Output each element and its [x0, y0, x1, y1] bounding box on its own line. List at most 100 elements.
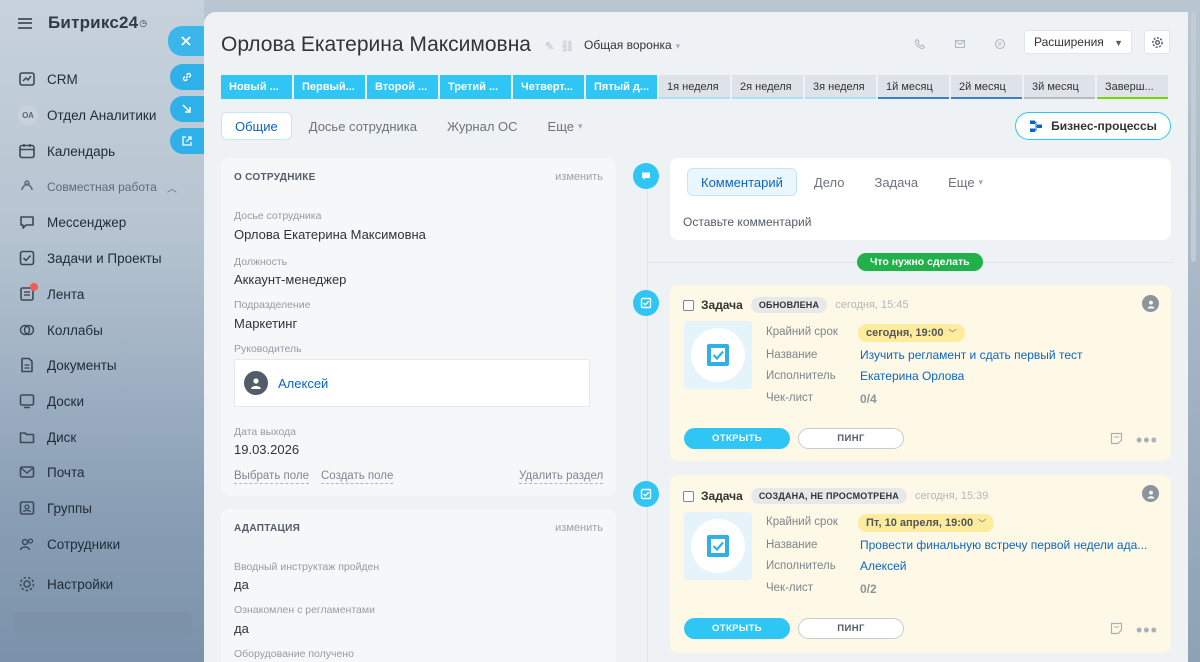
stage-item[interactable]: 3й месяц	[1024, 75, 1095, 99]
stage-item[interactable]: Второй ...	[367, 75, 438, 99]
comment-editor: Комментарий Дело Задача Еще ▾ Оставьте ко…	[670, 158, 1171, 240]
stage-label: Третий ...	[448, 81, 499, 93]
sidebar-item-documents[interactable]: Документы	[18, 353, 117, 377]
brand[interactable]: Битрикс24 ◷	[18, 13, 147, 33]
sidebar-item-calendar[interactable]: Календарь	[18, 139, 115, 163]
stage-item[interactable]: 2я неделя	[732, 75, 803, 99]
close-slider-button[interactable]	[168, 26, 204, 56]
sidebar-bottom-bar[interactable]	[14, 612, 192, 634]
tab-activity[interactable]: Дело	[801, 168, 858, 196]
stage-item[interactable]: Третий ...	[440, 75, 511, 99]
sidebar-item-employees[interactable]: Сотрудники	[18, 532, 120, 556]
sidebar-item-collabs[interactable]: Коллабы	[18, 318, 103, 342]
sidebar-item-messenger[interactable]: Мессенджер	[18, 210, 126, 234]
ping-button[interactable]: ПИНГ	[798, 618, 904, 639]
sidebar-item-groups[interactable]: Группы	[18, 496, 92, 520]
call-button[interactable]	[907, 32, 933, 56]
edit-link[interactable]: изменить	[555, 522, 603, 534]
edit-link[interactable]: изменить	[555, 171, 603, 183]
funnel-selector[interactable]: Общая воронка ▾	[584, 38, 680, 52]
field-value: Орлова Екатерина Максимовна	[234, 227, 426, 242]
deadline-selector[interactable]: сегодня, 19:00 ﹀	[858, 324, 965, 342]
sidebar-item-label: Мессенджер	[47, 214, 127, 230]
more-icon[interactable]: •••	[1136, 431, 1158, 449]
tab-dossier[interactable]: Досье сотрудника	[296, 112, 430, 140]
field-value: да	[234, 577, 249, 592]
deadline-value: Пт, 10 апреля, 19:00	[866, 517, 974, 529]
field-label: Досье сотрудника	[234, 210, 322, 222]
sidebar-section-collab[interactable]: Совместная работа ︿	[18, 175, 177, 199]
field-label: Крайний срок	[766, 516, 838, 528]
email-button[interactable]	[947, 32, 973, 56]
task-name-link[interactable]: Провести финальную встречу первой недели…	[860, 538, 1147, 552]
assignee-link[interactable]: Алексей	[860, 559, 906, 573]
more-icon[interactable]: •••	[1136, 621, 1158, 639]
task-time: сегодня, 15:45	[835, 299, 909, 311]
sidebar-item-feed[interactable]: Лента	[18, 282, 84, 306]
status-badge: ОБНОВЛЕНА	[750, 297, 828, 313]
task-card: Задача ОБНОВЛЕНА сегодня, 15:45 Крайний …	[670, 285, 1171, 461]
stage-item[interactable]: 2й месяц	[951, 75, 1022, 99]
user-icon[interactable]	[1142, 485, 1159, 502]
stage-item[interactable]: Новый ...	[221, 75, 292, 99]
sidebar-item-analytics[interactable]: ОА Отдел Аналитики	[18, 103, 156, 127]
stage-item[interactable]: Четверт...	[513, 75, 584, 99]
tab-more[interactable]: Еще ▾	[535, 112, 596, 140]
chat-icon	[994, 38, 1006, 50]
open-task-button[interactable]: ОТКРЫТЬ	[684, 618, 790, 639]
chevron-down-icon: ﹀	[948, 328, 957, 338]
stage-color-bar	[1024, 97, 1095, 99]
minimize-slider-button[interactable]	[170, 96, 204, 122]
sidebar-item-disk[interactable]: Диск	[18, 425, 76, 449]
assignee-link[interactable]: Екатерина Орлова	[860, 369, 964, 383]
stage-item[interactable]: 1я неделя	[659, 75, 730, 99]
ping-button[interactable]: ПИНГ	[798, 428, 904, 449]
stage-item[interactable]: 3я неделя	[805, 75, 876, 99]
copy-link-icon[interactable]: ⛓	[560, 40, 574, 53]
task-complete-checkbox[interactable]	[683, 490, 694, 502]
delete-section-link[interactable]: Удалить раздел	[519, 470, 604, 484]
create-field-link[interactable]: Создать поле	[321, 470, 394, 484]
task-complete-checkbox[interactable]	[683, 299, 694, 311]
tab-task[interactable]: Задача	[861, 168, 931, 196]
phone-icon	[914, 38, 926, 50]
stage-item[interactable]: Первый...	[294, 75, 365, 99]
note-icon[interactable]	[1110, 432, 1123, 446]
extensions-button[interactable]: Расширения ▼	[1024, 30, 1132, 54]
stage-item[interactable]: Заверш...	[1097, 75, 1168, 99]
note-icon[interactable]	[1110, 622, 1123, 636]
timeline-comment-icon	[633, 163, 659, 189]
sidebar-item-tasks[interactable]: Задачи и Проекты	[18, 246, 162, 270]
sidebar-item-settings[interactable]: Настройки	[18, 572, 113, 596]
stage-item[interactable]: 1й месяц	[878, 75, 949, 99]
scrollbar[interactable]	[1191, 12, 1196, 262]
tab-journal[interactable]: Журнал ОС	[434, 112, 531, 140]
open-task-button[interactable]: ОТКРЫТЬ	[684, 428, 790, 449]
task-name-link[interactable]: Изучить регламент и сдать первый тест	[860, 348, 1083, 362]
edit-title-icon[interactable]: ✎	[545, 40, 554, 53]
stage-item[interactable]: Пятый д...	[586, 75, 657, 99]
comment-input[interactable]: Оставьте комментарий	[683, 215, 811, 229]
task-header: Задача ОБНОВЛЕНА сегодня, 15:45	[683, 297, 909, 313]
checklist-value: 0/4	[860, 392, 877, 406]
sidebar-item-mail[interactable]: Почта	[18, 460, 85, 484]
timeline-line	[647, 172, 648, 662]
tab-comment[interactable]: Комментарий	[687, 168, 797, 196]
manager-link[interactable]: Алексей	[278, 376, 328, 391]
chat-button[interactable]	[987, 32, 1013, 56]
menu-icon[interactable]	[18, 17, 32, 29]
card-title: О СОТРУДНИКЕ	[234, 172, 316, 183]
business-processes-button[interactable]: Бизнес-процессы	[1015, 112, 1171, 140]
sidebar-item-crm[interactable]: CRM	[18, 67, 78, 91]
calendar-icon	[18, 142, 36, 160]
tab-more[interactable]: Еще ▾	[935, 168, 996, 196]
stage-color-bar	[878, 97, 949, 99]
select-field-link[interactable]: Выбрать поле	[234, 470, 309, 484]
settings-button[interactable]	[1144, 30, 1170, 54]
tab-general[interactable]: Общие	[221, 112, 292, 140]
deadline-selector[interactable]: Пт, 10 апреля, 19:00 ﹀	[858, 514, 995, 532]
sidebar-item-boards[interactable]: Доски	[18, 389, 84, 413]
open-new-window-button[interactable]	[170, 128, 204, 154]
copy-link-button[interactable]	[170, 64, 204, 90]
user-icon[interactable]	[1142, 295, 1159, 312]
